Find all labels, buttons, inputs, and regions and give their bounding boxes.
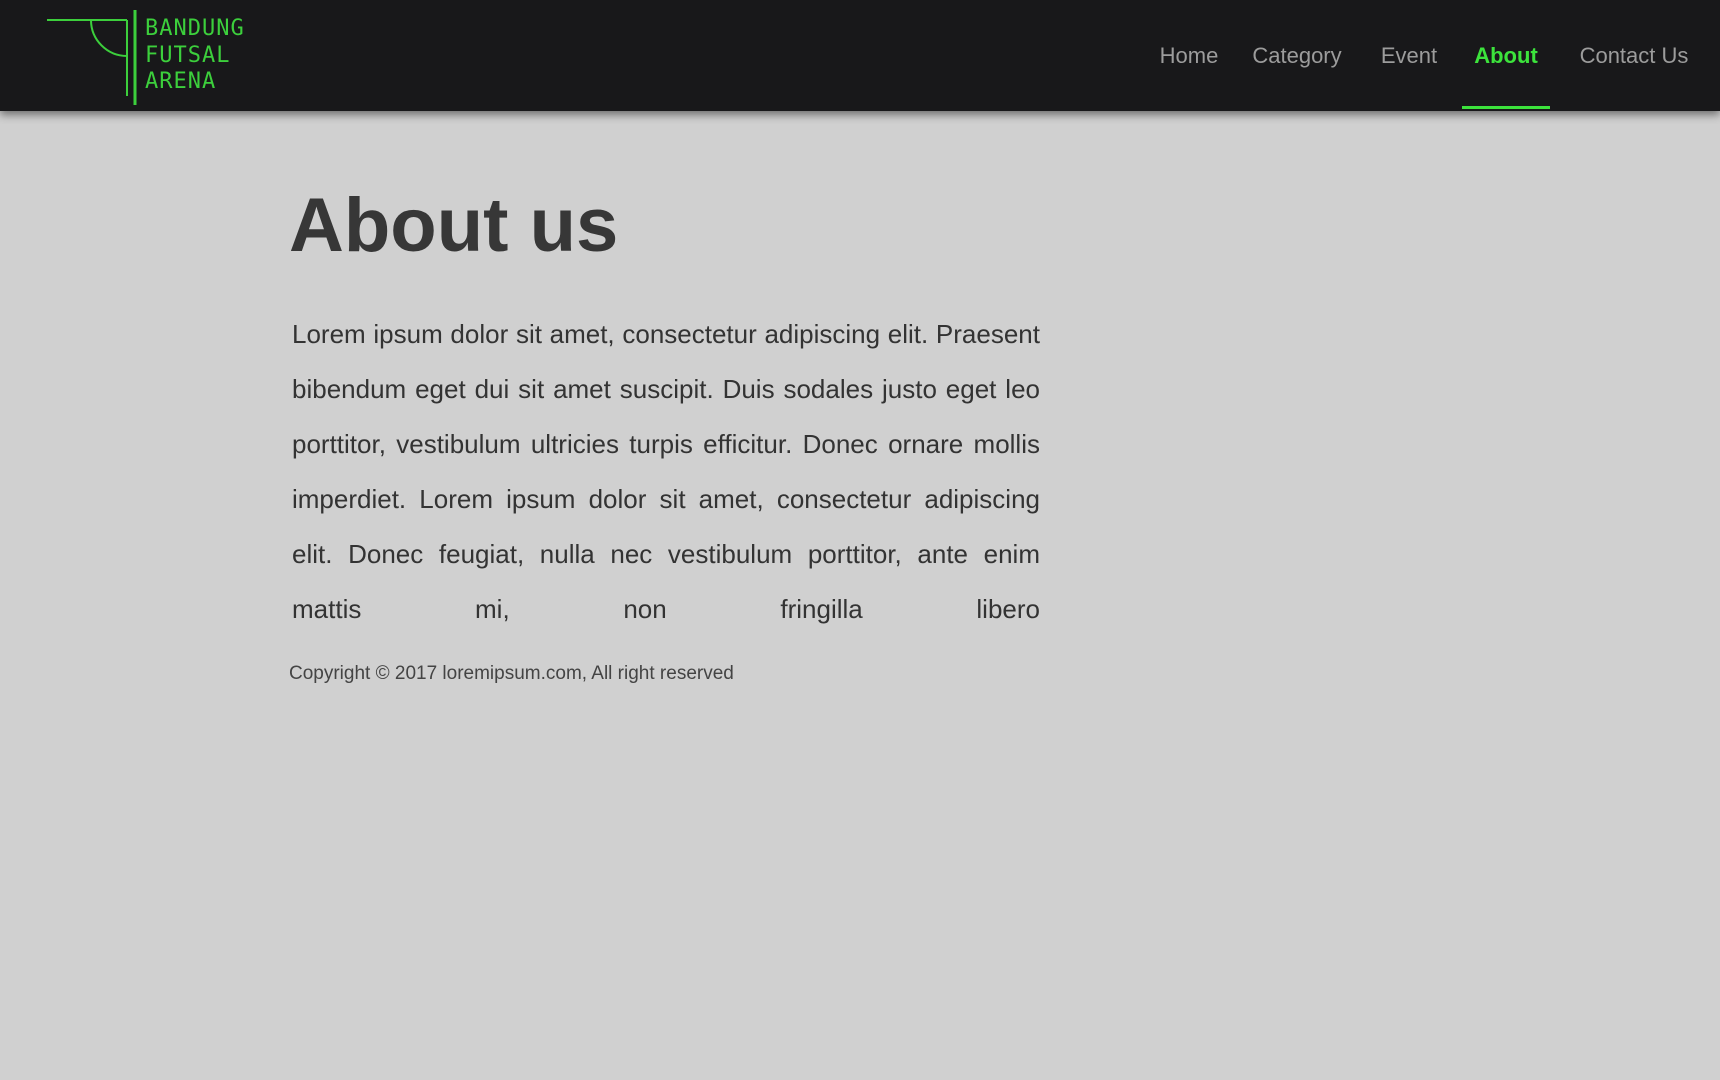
brand-line-2: FUTSAL: [145, 42, 231, 68]
nav-about[interactable]: About: [1462, 0, 1550, 111]
nav-event[interactable]: Event: [1372, 0, 1446, 111]
nav-contact-us[interactable]: Contact Us: [1568, 0, 1700, 111]
brand-name: BANDUNG FUTSAL ARENA: [145, 16, 245, 96]
futsal-goal-corner-icon: [47, 10, 137, 105]
active-nav-indicator: [1462, 106, 1550, 109]
brand-line-1: BANDUNG: [145, 16, 245, 41]
top-navbar: BANDUNG FUTSAL ARENA Home Category Event…: [0, 0, 1720, 111]
page-title: About us: [289, 183, 619, 268]
brand-line-3: ARENA: [145, 69, 217, 94]
brand-logo[interactable]: BANDUNG FUTSAL ARENA: [47, 10, 247, 105]
copyright-text: Copyright © 2017 loremipsum.com, All rig…: [289, 663, 734, 684]
nav-home[interactable]: Home: [1140, 0, 1238, 111]
nav-category[interactable]: Category: [1242, 0, 1352, 111]
about-paragraph: Lorem ipsum dolor sit amet, consectetur …: [292, 319, 1040, 624]
